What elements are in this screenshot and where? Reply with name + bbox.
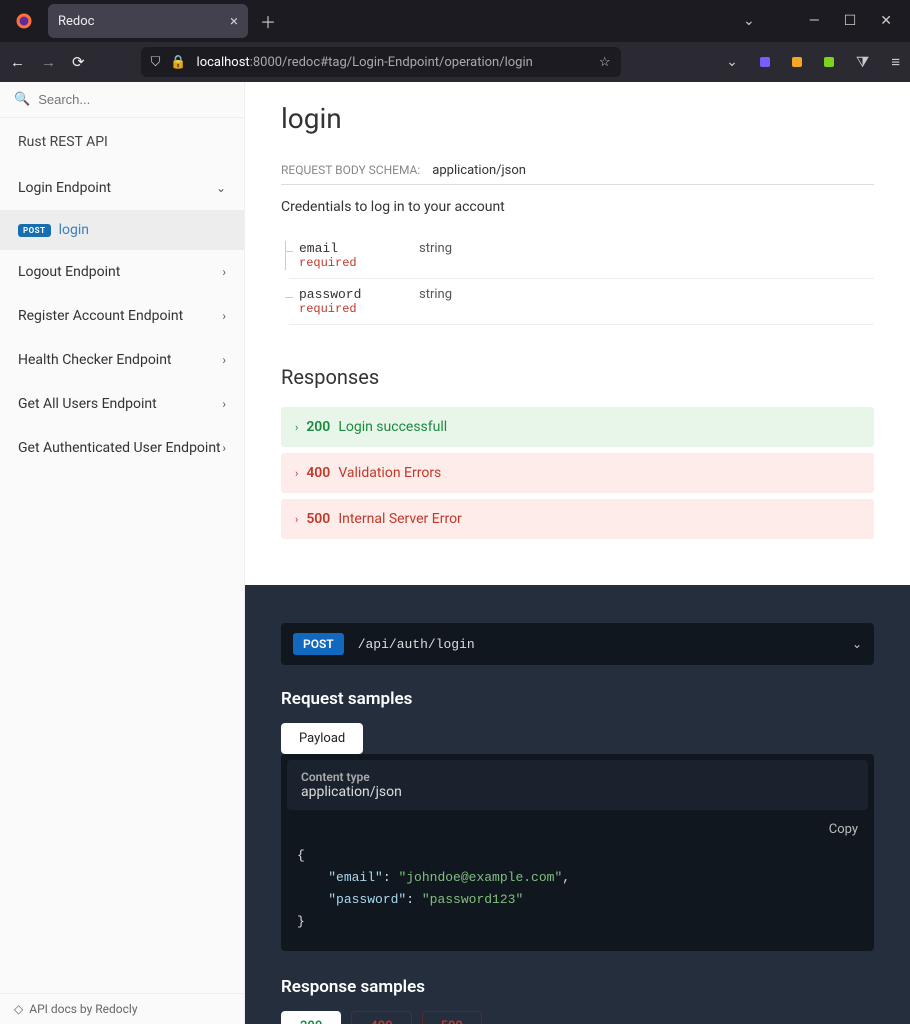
shield-icon[interactable]: ⛉ [151,55,161,70]
chevron-right-icon: › [222,441,226,455]
payload-tab[interactable]: Payload [281,723,363,754]
main-content: login REQUEST BODY SCHEMA: application/j… [245,82,910,1024]
chevron-right-icon: › [295,467,298,480]
param-name: email [299,241,419,256]
sidebar-section-health[interactable]: Health Checker Endpoint › [0,338,244,382]
reload-button[interactable]: ⟳ [72,53,85,71]
app-menu-icon[interactable]: ≡ [891,53,900,71]
extension-icon[interactable] [824,57,834,67]
param-row: email required string [289,233,874,279]
param-required: required [299,256,419,270]
api-title-link[interactable]: Rust REST API [0,118,244,166]
response-400[interactable]: › 400 Validation Errors [281,453,874,493]
http-method-badge: POST [18,224,51,237]
back-button[interactable]: ← [10,53,25,71]
chevron-down-icon: ⌄ [216,181,226,195]
sidebar-section-authuser[interactable]: Get Authenticated User Endpoint › [0,426,244,470]
request-sample-box: Content type application/json Copy { "em… [281,754,874,951]
body-description: Credentials to log in to your account [281,199,874,215]
chevron-right-icon: › [222,353,226,367]
search-icon: 🔍 [14,92,30,107]
responses-heading: Responses [281,365,874,389]
window-close-icon[interactable]: ✕ [880,13,892,29]
sidebar-item-label: login [59,222,89,238]
forward-button[interactable]: → [41,53,56,71]
chevron-right-icon: › [222,265,226,279]
sidebar-item-login[interactable]: POST login [0,210,244,250]
content-type-value: application/json [301,784,854,800]
param-row: password required string [289,279,874,325]
schema-label: REQUEST BODY SCHEMA: [281,163,420,177]
url-host: localhost [197,55,250,70]
sidebar-section-register[interactable]: Register Account Endpoint › [0,294,244,338]
param-type: string [419,287,452,316]
operation-title: login [281,102,874,135]
extension-icon[interactable] [792,57,802,67]
browser-toolbar: ← → ⟳ ⛉ 🔒 localhost:8000/redoc#tag/Login… [0,42,910,82]
extensions-icon[interactable]: ⧩ [856,53,869,71]
redocly-icon: ◇ [14,1002,23,1016]
browser-titlebar: Redoc × ＋ ⌄ — ☐ ✕ [0,0,910,42]
param-type: string [419,241,452,270]
sidebar: 🔍 Rust REST API Login Endpoint ⌄ POST lo… [0,82,245,1024]
search-input[interactable] [38,92,230,107]
response-tab-400[interactable]: 400 [351,1011,411,1024]
lock-icon[interactable]: 🔒 [170,55,186,70]
chevron-right-icon: › [295,421,298,434]
param-required: required [299,302,419,316]
chevron-down-icon: ⌄ [852,637,862,651]
tab-title: Redoc [58,14,94,29]
http-method-badge: POST [293,633,344,655]
request-samples-heading: Request samples [281,689,874,709]
new-tab-button[interactable]: ＋ [260,9,276,33]
endpoint-path: /api/auth/login [358,637,475,652]
extension-icon[interactable] [760,57,770,67]
endpoint-bar[interactable]: POST /api/auth/login ⌄ [281,623,874,665]
chevron-right-icon: › [222,397,226,411]
sidebar-section-users[interactable]: Get All Users Endpoint › [0,382,244,426]
code-sample: { "email": "johndoe@example.com", "passw… [281,837,874,951]
firefox-icon [8,12,40,30]
sidebar-section-logout[interactable]: Logout Endpoint › [0,250,244,294]
response-tab-500[interactable]: 500 [422,1011,482,1024]
tabs-list-icon[interactable]: ⌄ [743,13,755,29]
response-samples-heading: Response samples [281,977,874,997]
content-type-label: Content type [301,770,854,784]
content-type: application/json [432,163,526,178]
response-tab-200[interactable]: 200 [281,1011,341,1024]
sidebar-section-login[interactable]: Login Endpoint ⌄ [0,166,244,210]
response-500[interactable]: › 500 Internal Server Error [281,499,874,539]
bookmark-icon[interactable]: ☆ [599,55,611,70]
window-maximize-icon[interactable]: ☐ [844,13,857,29]
url-bar[interactable]: ⛉ 🔒 localhost:8000/redoc#tag/Login-Endpo… [141,47,621,77]
window-minimize-icon[interactable]: — [809,13,820,29]
param-name: password [299,287,419,302]
copy-button[interactable]: Copy [829,822,858,837]
browser-tab[interactable]: Redoc × [48,4,248,38]
response-200[interactable]: › 200 Login successfull [281,407,874,447]
samples-panel: POST /api/auth/login ⌄ Request samples P… [245,585,910,1024]
chevron-right-icon: › [222,309,226,323]
chevron-right-icon: › [295,513,298,526]
url-path: :8000/redoc#tag/Login-Endpoint/operation… [250,55,533,70]
tab-close-icon[interactable]: × [230,12,238,30]
sidebar-footer[interactable]: ◇ API docs by Redocly [0,993,244,1024]
pocket-icon[interactable]: ⌄ [726,54,738,70]
